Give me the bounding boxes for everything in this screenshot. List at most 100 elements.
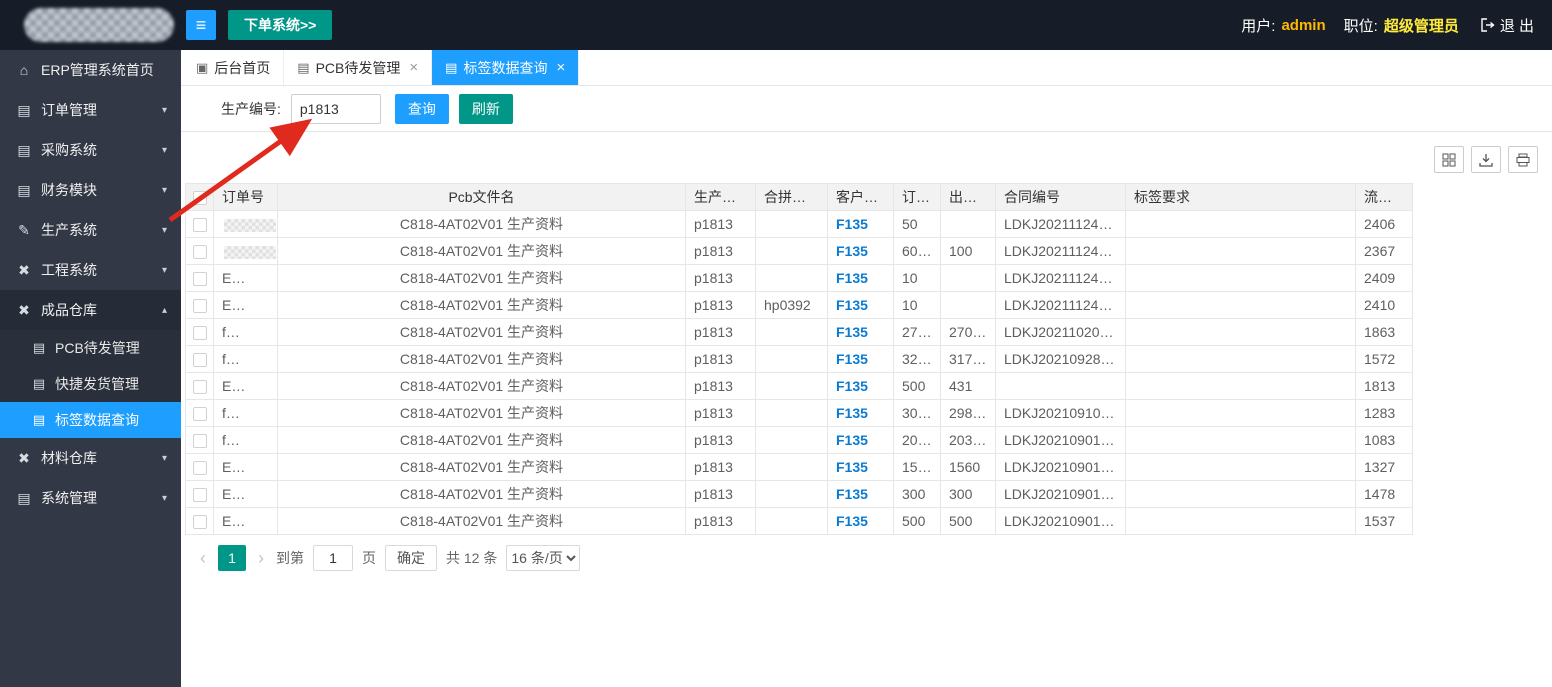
- production-number-cell: p1813: [686, 400, 756, 427]
- row-checkbox[interactable]: [193, 380, 207, 394]
- production-number-cell: p1813: [686, 238, 756, 265]
- user-name[interactable]: admin: [1281, 17, 1325, 34]
- customer-code-cell[interactable]: F135: [828, 481, 894, 508]
- tab-label: 后台首页: [214, 58, 270, 78]
- customer-code-cell[interactable]: F135: [828, 346, 894, 373]
- customer-code-cell[interactable]: F135: [828, 373, 894, 400]
- sidebar-subitem-label: 标签数据查询: [55, 410, 139, 430]
- order-system-button[interactable]: 下单系统>>: [228, 10, 332, 40]
- print-button[interactable]: [1508, 146, 1538, 173]
- order-qty-cell: 300: [894, 481, 941, 508]
- row-checkbox[interactable]: [193, 488, 207, 502]
- tools-icon: ✖: [14, 262, 34, 279]
- row-checkbox-cell: [186, 292, 214, 319]
- sidebar-item-label-data-query[interactable]: ▤ 标签数据查询: [0, 402, 181, 438]
- pcb-filename-cell: C818-4AT02V01 生产资料: [278, 319, 686, 346]
- tab-label-data-query[interactable]: ▤ 标签数据查询 ×: [432, 50, 579, 85]
- customer-code-cell[interactable]: F135: [828, 427, 894, 454]
- ship-qty-cell: [941, 211, 996, 238]
- sidebar-item-quick-shipping[interactable]: ▤ 快捷发货管理: [0, 366, 181, 402]
- row-checkbox[interactable]: [193, 434, 207, 448]
- select-all-checkbox[interactable]: [193, 191, 207, 205]
- goto-page-input[interactable]: [313, 545, 353, 571]
- sidebar-item-label: 财务模块: [41, 180, 97, 200]
- prev-page-arrow[interactable]: ‹: [197, 548, 209, 569]
- confirm-page-button[interactable]: 确定: [385, 545, 437, 571]
- menu-toggle-button[interactable]: ≡: [186, 10, 216, 40]
- sidebar-item-finance-module[interactable]: ▤ 财务模块 ▾: [0, 170, 181, 210]
- order-number-cell: f_3: [214, 346, 278, 373]
- label-requirement-cell: [1126, 454, 1356, 481]
- sidebar-item-finished-warehouse[interactable]: ✖ 成品仓库 ▴: [0, 290, 181, 330]
- document-icon: ▤: [14, 142, 34, 159]
- query-button[interactable]: 查询: [395, 94, 449, 124]
- logout-button[interactable]: 退 出: [1481, 15, 1534, 36]
- merge-number-cell: [756, 211, 828, 238]
- sidebar-item-label: 采购系统: [41, 140, 97, 160]
- close-icon[interactable]: ×: [409, 59, 418, 76]
- sidebar-item-order-management[interactable]: ▤ 订单管理 ▾: [0, 90, 181, 130]
- sidebar-item-production-system[interactable]: ✎ 生产系统 ▾: [0, 210, 181, 250]
- filter-columns-button[interactable]: [1434, 146, 1464, 173]
- row-checkbox[interactable]: [193, 407, 207, 421]
- sidebar-item-material-warehouse[interactable]: ✖ 材料仓库 ▾: [0, 438, 181, 478]
- contract-number-cell: [996, 373, 1126, 400]
- pcb-filename-cell: C818-4AT02V01 生产资料: [278, 481, 686, 508]
- page-size-select[interactable]: 16 条/页: [506, 545, 580, 571]
- main-content: ▣ 后台首页 ▤ PCB待发管理 × ▤ 标签数据查询 × 生产编号: 查询 刷…: [181, 0, 1552, 571]
- tab-backend-home[interactable]: ▣ 后台首页: [183, 50, 284, 85]
- home-icon: ⌂: [14, 62, 34, 78]
- serial-number-cell: 2406: [1356, 211, 1413, 238]
- data-table: 订单号 Pcb文件名 生产编号 合拼编号 客户编码 订单数... 出货数量 合同…: [185, 183, 1413, 535]
- ship-qty-cell: 29890: [941, 400, 996, 427]
- row-checkbox[interactable]: [193, 353, 207, 367]
- merge-number-cell: hp0392: [756, 292, 828, 319]
- row-checkbox[interactable]: [193, 299, 207, 313]
- ship-qty-cell: 500: [941, 508, 996, 535]
- production-number-input[interactable]: [291, 94, 381, 124]
- label-requirement-cell: [1126, 319, 1356, 346]
- refresh-button[interactable]: 刷新: [459, 94, 513, 124]
- next-page-arrow[interactable]: ›: [255, 548, 267, 569]
- sidebar-item-engineering-system[interactable]: ✖ 工程系统 ▾: [0, 250, 181, 290]
- customer-code-cell[interactable]: F135: [828, 319, 894, 346]
- export-button[interactable]: [1471, 146, 1501, 173]
- customer-code-cell[interactable]: F135: [828, 238, 894, 265]
- order-number-cell: E0: [214, 373, 278, 400]
- pcb-filename-cell: C818-4AT02V01 生产资料: [278, 508, 686, 535]
- customer-code-cell[interactable]: F135: [828, 292, 894, 319]
- customer-code-cell[interactable]: F135: [828, 454, 894, 481]
- topbar: ≡ 下单系统>> 用户: admin 职位: 超级管理员 退 出: [0, 0, 1552, 50]
- col-header-contract: 合同编号: [996, 184, 1126, 211]
- sidebar-item-system-management[interactable]: ▤ 系统管理 ▾: [0, 478, 181, 518]
- total-count-label: 共 12 条: [446, 548, 497, 568]
- row-checkbox[interactable]: [193, 245, 207, 259]
- row-checkbox[interactable]: [193, 515, 207, 529]
- production-number-cell: p1813: [686, 508, 756, 535]
- close-icon[interactable]: ×: [556, 59, 565, 76]
- blurred-order-number: [224, 219, 276, 232]
- order-number-cell: E6: [214, 481, 278, 508]
- contract-number-cell: LDKJ20210901061: [996, 481, 1126, 508]
- row-checkbox[interactable]: [193, 326, 207, 340]
- customer-code-cell[interactable]: F135: [828, 265, 894, 292]
- sidebar-item-erp-home[interactable]: ⌂ ERP管理系统首页: [0, 50, 181, 90]
- row-checkbox[interactable]: [193, 218, 207, 232]
- customer-code-cell[interactable]: F135: [828, 211, 894, 238]
- production-number-cell: p1813: [686, 481, 756, 508]
- blurred-order-number: [233, 516, 277, 529]
- customer-code-cell[interactable]: F135: [828, 508, 894, 535]
- col-header-serial: 流水号: [1356, 184, 1413, 211]
- row-checkbox[interactable]: [193, 461, 207, 475]
- table-header-row: 订单号 Pcb文件名 生产编号 合拼编号 客户编码 订单数... 出货数量 合同…: [186, 184, 1413, 211]
- blurred-order-number: [233, 489, 277, 502]
- sidebar-item-purchase-system[interactable]: ▤ 采购系统 ▾: [0, 130, 181, 170]
- blurred-order-number: [233, 300, 277, 313]
- customer-code-cell[interactable]: F135: [828, 400, 894, 427]
- current-page-badge[interactable]: 1: [218, 545, 246, 571]
- row-checkbox[interactable]: [193, 272, 207, 286]
- blurred-order-number: [233, 273, 277, 286]
- sidebar-item-pcb-pending[interactable]: ▤ PCB待发管理: [0, 330, 181, 366]
- order-number-cell: _5: [214, 238, 278, 265]
- tab-pcb-pending[interactable]: ▤ PCB待发管理 ×: [284, 50, 432, 85]
